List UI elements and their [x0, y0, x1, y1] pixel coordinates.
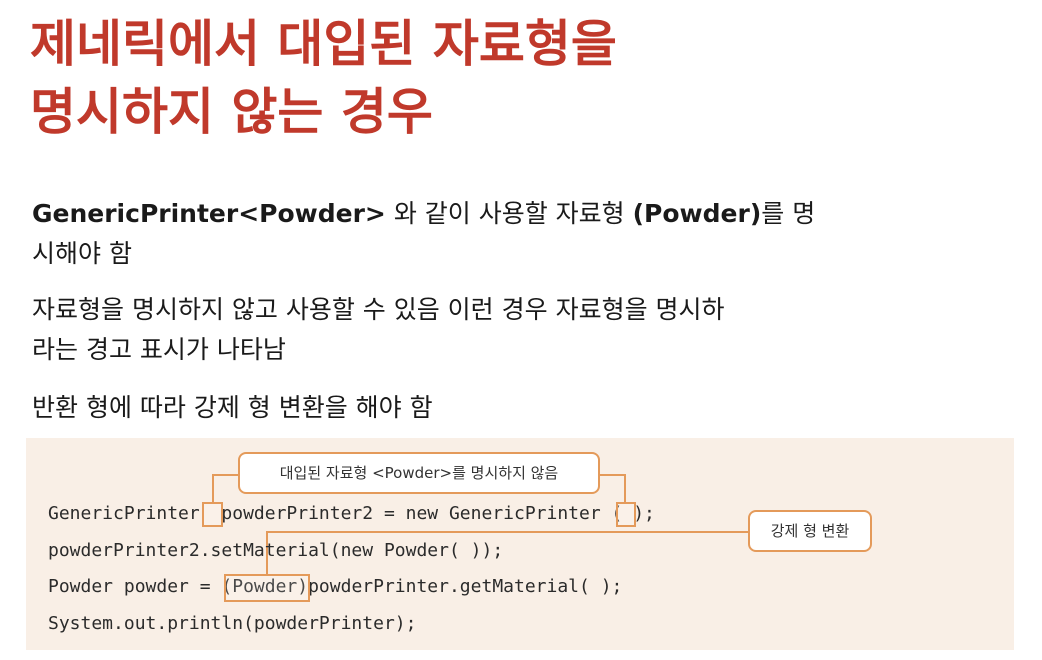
bullet-explicit-type-line-2: 시해야 함 — [32, 239, 132, 268]
callout-connector — [212, 474, 238, 476]
bullet-raw-type-warning-line-1: 자료형을 명시하지 않고 사용할 수 있음 이런 경우 자료형을 명시하 — [32, 295, 725, 324]
callout-connector — [624, 474, 626, 502]
bullet-raw-type-warning-line-2: 라는 경고 표시가 나타남 — [32, 335, 286, 364]
generic-type-example: GenericPrinter<Powder> — [32, 199, 386, 228]
bullet-raw-type-warning: 자료형을 명시하지 않고 사용할 수 있음 이런 경우 자료형을 명시하 라는 … — [32, 290, 1017, 370]
callout-forced-cast: 강제 형 변환 — [748, 510, 872, 552]
bullet-cast-required: 반환 형에 따라 강제 형 변환을 해야 함 — [32, 388, 1017, 428]
slide-title: 제네릭에서 대입된 자료형을 명시하지 않는 경우 — [30, 10, 617, 146]
callout-connector — [212, 474, 214, 502]
code-example-panel: 대입된 자료형 <Powder>를 명시하지 않음 강제 형 변환 Generi… — [26, 438, 1014, 650]
callout-connector — [266, 531, 748, 533]
code-token: Powder powder = — [48, 576, 222, 597]
code-line: GenericPrinter powderPrinter2 = new Gene… — [48, 502, 655, 526]
powder-type-example: (Powder) — [632, 199, 762, 228]
code-line: powderPrinter2.setMaterial(new Powder( )… — [48, 540, 504, 561]
bullet-text: 를 명 — [761, 199, 816, 228]
code-line: Powder powder = (Powder)powderPrinter.ge… — [48, 575, 622, 599]
bullet-explicit-type-line-1: GenericPrinter<Powder> 와 같이 사용할 자료형 (Pow… — [32, 194, 1017, 234]
code-token: GenericPrinter — [48, 503, 200, 524]
callout-type-not-specified: 대입된 자료형 <Powder>를 명시하지 않음 — [238, 452, 600, 494]
code-token: powderPrinter2 = new GenericPrinter — [199, 503, 601, 524]
bullet-explicit-type: GenericPrinter<Powder> 와 같이 사용할 자료형 (Pow… — [32, 194, 1017, 274]
empty-type-placeholder-box — [616, 502, 636, 527]
code-line: System.out.println(powderPrinter); — [48, 613, 417, 634]
slide-title-line-1: 제네릭에서 대입된 자료형을 — [30, 15, 617, 73]
bullet-text: 와 같이 사용할 자료형 — [385, 199, 633, 228]
bullet-cast-required-line-1: 반환 형에 따라 강제 형 변환을 해야 함 — [32, 393, 433, 422]
callout-connector — [600, 474, 626, 476]
empty-type-placeholder-box — [202, 502, 223, 527]
cast-highlight-box — [224, 574, 310, 602]
code-token: powderPrinter.getMaterial( ); — [308, 576, 623, 597]
slide-title-line-2: 명시하지 않는 경우 — [30, 83, 433, 141]
